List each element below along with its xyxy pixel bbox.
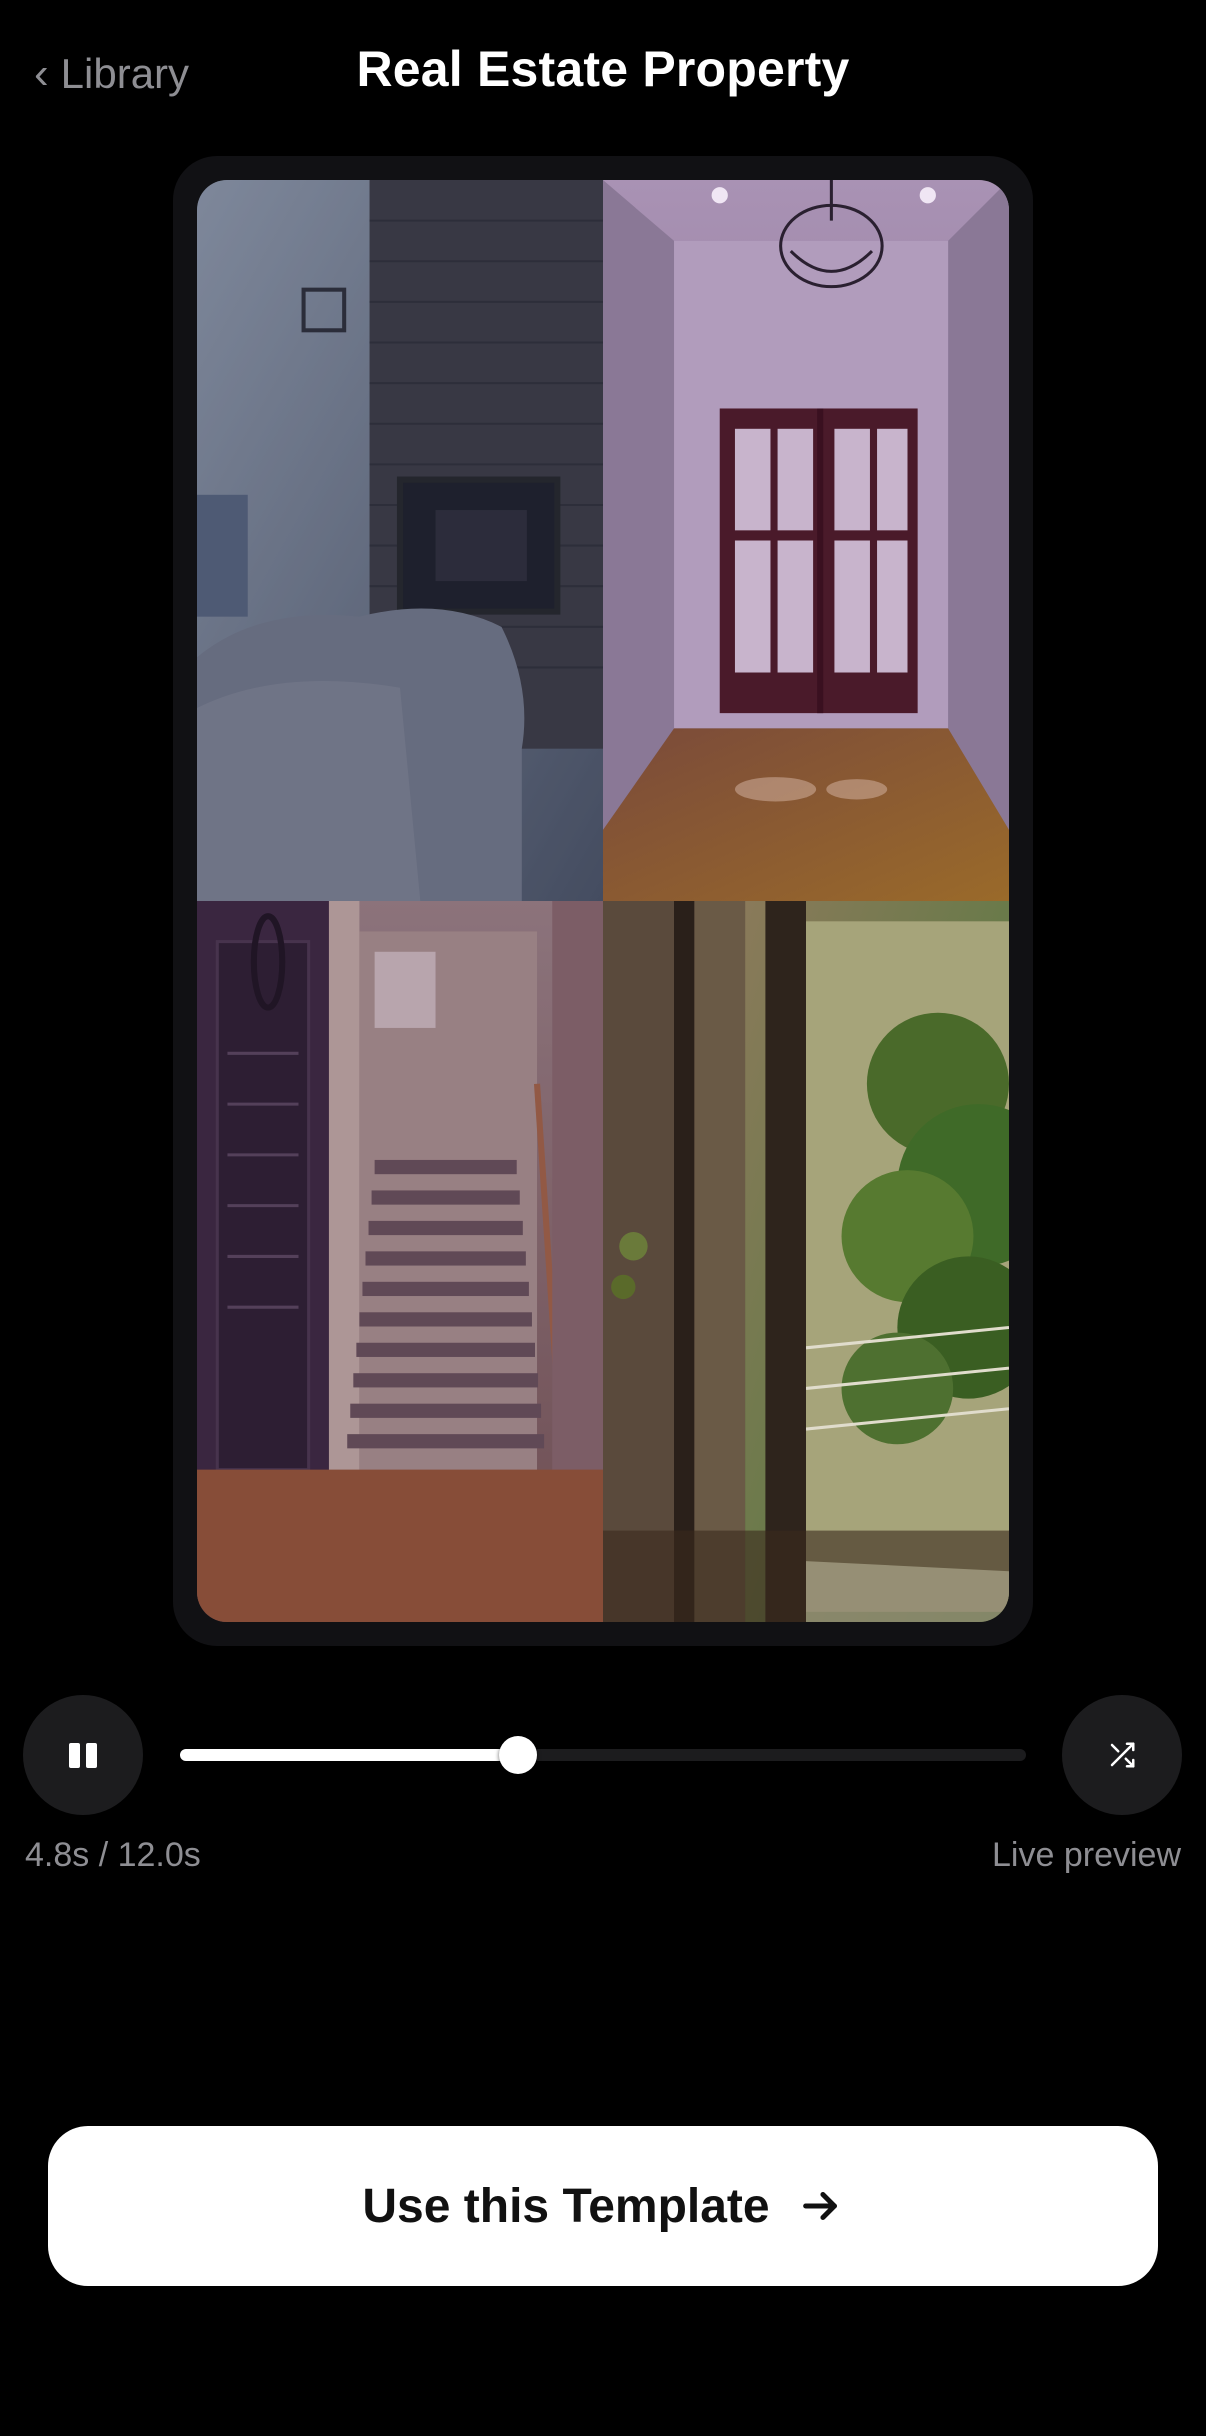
preview-tile-staircase — [197, 901, 603, 1622]
playback-time: 4.8s / 12.0s — [25, 1836, 201, 1874]
arrow-right-icon — [798, 2183, 844, 2229]
pause-button[interactable] — [23, 1695, 143, 1815]
pause-icon — [69, 1742, 97, 1768]
progress-fill — [180, 1749, 519, 1761]
use-template-label: Use this Template — [362, 2179, 770, 2233]
preview-tile-hallway — [603, 180, 1009, 901]
use-template-button[interactable]: Use this Template — [48, 2126, 1158, 2286]
live-preview-label: Live preview — [992, 1836, 1181, 1874]
shuffle-button[interactable] — [1062, 1695, 1182, 1815]
progress-thumb[interactable] — [499, 1736, 538, 1774]
preview-grid — [197, 180, 1009, 1622]
template-preview[interactable] — [173, 156, 1033, 1646]
shuffle-icon — [1110, 1742, 1135, 1768]
progress-slider[interactable] — [180, 1736, 1026, 1774]
preview-tile-living-room — [197, 180, 603, 901]
preview-tile-garden-door — [603, 901, 1009, 1622]
page-title: Real Estate Property — [356, 41, 850, 97]
